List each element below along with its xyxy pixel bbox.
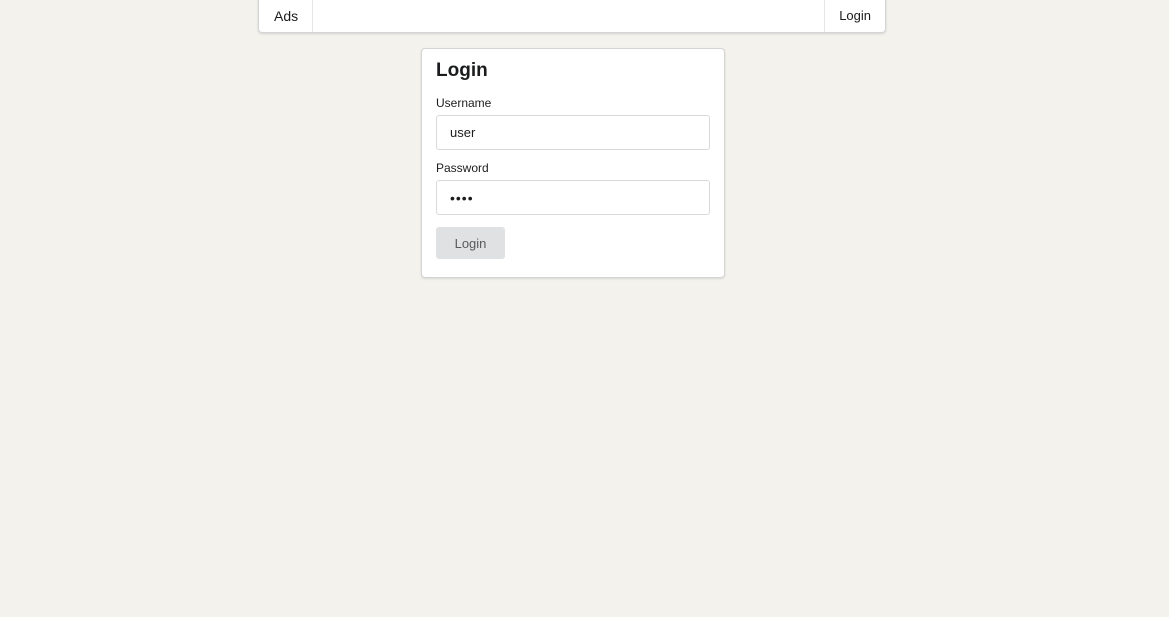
username-input[interactable] <box>436 115 710 150</box>
login-card: Login Username Password Login <box>421 48 725 278</box>
menu-item-ads[interactable]: Ads <box>259 0 314 32</box>
menu-item-login[interactable]: Login <box>824 0 885 32</box>
top-menu-bar: Ads Login <box>258 0 886 33</box>
password-input[interactable] <box>436 180 710 215</box>
username-label: Username <box>436 96 492 110</box>
menu-spacer <box>313 0 824 32</box>
username-field-group: Username <box>436 95 710 150</box>
login-title: Login <box>436 60 488 81</box>
password-label: Password <box>436 161 489 175</box>
password-field-group: Password <box>436 160 710 215</box>
login-submit-button[interactable]: Login <box>436 227 505 259</box>
